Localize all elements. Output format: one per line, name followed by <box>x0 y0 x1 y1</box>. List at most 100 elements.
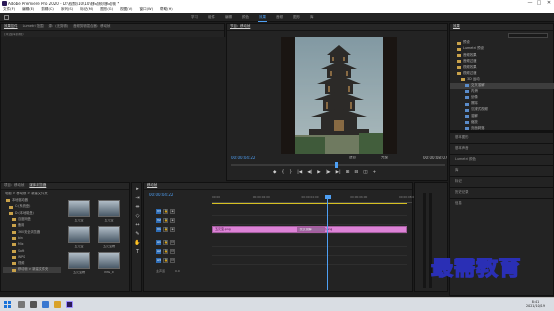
panel-libraries[interactable]: 库 <box>450 165 554 176</box>
timeline-timecode[interactable]: 00:00:04:22 <box>149 193 173 197</box>
media-thumbnail[interactable]: 五元宝 <box>65 226 93 248</box>
add-marker-icon[interactable]: ◆ <box>273 170 276 176</box>
program-title[interactable]: 节目：移动帧 <box>230 24 250 28</box>
lift-icon[interactable]: ⊞ <box>346 170 350 176</box>
mute-icon[interactable]: M <box>170 257 175 263</box>
track-select-tool-icon[interactable]: ⇥ <box>134 196 141 203</box>
system-clock[interactable]: 8:41 2021/10/19 <box>526 300 545 309</box>
menu-sequence[interactable]: 序列(S) <box>61 8 73 12</box>
mark-out-icon[interactable]: } <box>289 170 292 176</box>
menu-help[interactable]: 帮助(H) <box>160 8 173 12</box>
panel-history[interactable]: 历史记录 <box>450 187 554 198</box>
panel-essential-graphics[interactable]: 基本图形 <box>450 132 554 143</box>
track-target-toggle[interactable]: V3 <box>156 208 161 214</box>
step-back-icon[interactable]: ◀| <box>307 170 312 176</box>
razor-tool-icon[interactable]: ◇ <box>134 214 141 221</box>
folder-tree-item[interactable]: 本地驱动器 <box>3 198 61 204</box>
windows-start-icon[interactable] <box>4 301 11 308</box>
premiere-taskbar-icon[interactable] <box>66 301 73 308</box>
slip-tool-icon[interactable]: ↔ <box>134 223 141 230</box>
effects-title[interactable]: 效果 <box>453 24 460 28</box>
media-thumbnail[interactable]: IMG_0 <box>95 252 123 274</box>
workspace-tab-active[interactable]: 效果 <box>258 15 267 22</box>
media-thumbnail[interactable]: 五元宝物 <box>65 252 93 274</box>
media-path[interactable]: 电脑 > 移动帧 > 新建文件夹 <box>5 192 48 195</box>
maximize-button[interactable]: □ <box>535 1 543 6</box>
folder-tree-item[interactable]: Mix <box>3 242 61 248</box>
lock-icon[interactable]: 🔒 <box>163 257 168 263</box>
workspace-tab[interactable]: 学习 <box>190 15 199 22</box>
eye-icon[interactable]: ◉ <box>170 208 175 214</box>
selection-tool-icon[interactable]: ▸ <box>134 187 141 194</box>
media-thumbnail[interactable]: 五元宝 <box>95 200 123 222</box>
folder-tree-item[interactable]: 备用 <box>3 223 61 229</box>
lock-icon[interactable]: 🔒 <box>163 226 168 232</box>
button-editor-icon[interactable]: + <box>372 170 376 176</box>
menu-graphics[interactable]: 图形(G) <box>100 8 113 12</box>
menu-marker[interactable]: 标记(M) <box>80 8 93 12</box>
go-to-out-icon[interactable]: ▶| <box>336 170 341 176</box>
workspace-tab[interactable]: 音频 <box>275 15 284 22</box>
menu-file[interactable]: 文件(F) <box>3 8 15 12</box>
search-icon[interactable] <box>18 301 25 308</box>
program-playhead-icon[interactable] <box>335 162 338 168</box>
track-target-toggle[interactable]: V2 <box>156 217 161 223</box>
minimize-button[interactable]: — <box>526 1 534 6</box>
mute-icon[interactable]: M <box>170 248 175 254</box>
menu-clip[interactable]: 剪辑(C) <box>41 8 54 12</box>
folder-tree-item[interactable]: 移动帧 > 新建文件夹 <box>3 267 61 273</box>
timeline-sequence-tab[interactable]: 移动帧 <box>147 183 157 187</box>
close-button[interactable]: ✕ <box>545 1 553 6</box>
work-area-bar[interactable] <box>212 203 407 204</box>
menu-edit[interactable]: 编辑(E) <box>22 8 34 12</box>
type-tool-icon[interactable]: T <box>134 250 141 257</box>
workspace-tab[interactable]: 颜色 <box>241 15 250 22</box>
track-target-toggle[interactable]: A2 <box>156 248 161 254</box>
panel-essential-sound[interactable]: 基本声音 <box>450 143 554 154</box>
tab-lumetri-scopes[interactable]: Lumetri 范围 <box>23 24 44 28</box>
panel-lumetri-color[interactable]: Lumetri 颜色 <box>450 154 554 165</box>
home-icon[interactable] <box>4 15 9 20</box>
tab-project[interactable]: 项目：移动帧 <box>4 183 24 187</box>
folder-tree-item[interactable]: bin <box>3 236 61 242</box>
video-clip[interactable]: 五元宝物.png <box>310 225 407 233</box>
eye-icon[interactable]: ◉ <box>170 217 175 223</box>
program-scrub-bar[interactable] <box>231 162 445 168</box>
go-to-in-icon[interactable]: |◀ <box>297 170 302 176</box>
step-forward-icon[interactable]: |▶ <box>326 170 331 176</box>
folder-tree-item[interactable]: Soft <box>3 248 61 254</box>
resolution-select[interactable]: 完整 <box>381 156 388 160</box>
tab-media-browser[interactable]: 媒体浏览器 <box>29 183 46 187</box>
mark-in-icon[interactable]: { <box>281 170 284 176</box>
menu-window[interactable]: 窗口(W) <box>139 8 153 12</box>
effects-search-input[interactable] <box>508 33 548 38</box>
workspace-tab[interactable]: 组件 <box>207 15 216 22</box>
workspace-tab[interactable]: 编辑 <box>224 15 233 22</box>
hand-tool-icon[interactable]: ✋ <box>134 241 141 248</box>
panel-info[interactable]: 信息 <box>450 198 554 209</box>
folder-tree-item[interactable]: D:(本地磁盘) <box>3 211 61 217</box>
media-thumbnail[interactable]: 五元宝 <box>65 200 93 222</box>
program-video-frame[interactable] <box>281 37 397 154</box>
lock-icon[interactable]: 🔒 <box>163 248 168 254</box>
workspace-tab[interactable]: 库 <box>309 15 315 22</box>
track-target-toggle[interactable]: A1 <box>156 239 161 245</box>
eye-icon[interactable]: ◉ <box>170 226 175 232</box>
lock-icon[interactable]: 🔒 <box>163 208 168 214</box>
timeline-playhead[interactable] <box>327 195 328 290</box>
folder-tree-item[interactable]: 视频 <box>3 261 61 267</box>
export-frame-icon[interactable]: ◫ <box>363 170 367 176</box>
master-volume-value[interactable]: 0.0 <box>175 269 180 273</box>
pen-tool-icon[interactable]: ✎ <box>134 232 141 239</box>
task-view-icon[interactable] <box>30 301 37 308</box>
lock-icon[interactable]: 🔒 <box>163 239 168 245</box>
folder-tree-item[interactable]: WPS <box>3 255 61 261</box>
edge-icon[interactable] <box>42 301 49 308</box>
play-icon[interactable]: ▶ <box>317 170 320 176</box>
folder-tree-item[interactable]: 百度网盘 <box>3 217 61 223</box>
tab-effect-controls[interactable]: 效果控件 <box>4 24 18 28</box>
mute-icon[interactable]: M <box>170 239 175 245</box>
transition-clip[interactable]: 交叉溶解 <box>296 226 325 232</box>
folder-tree-item[interactable]: C:(系统盘) <box>3 204 61 210</box>
folder-tree-item[interactable]: 360安全浏览器 <box>3 230 61 236</box>
